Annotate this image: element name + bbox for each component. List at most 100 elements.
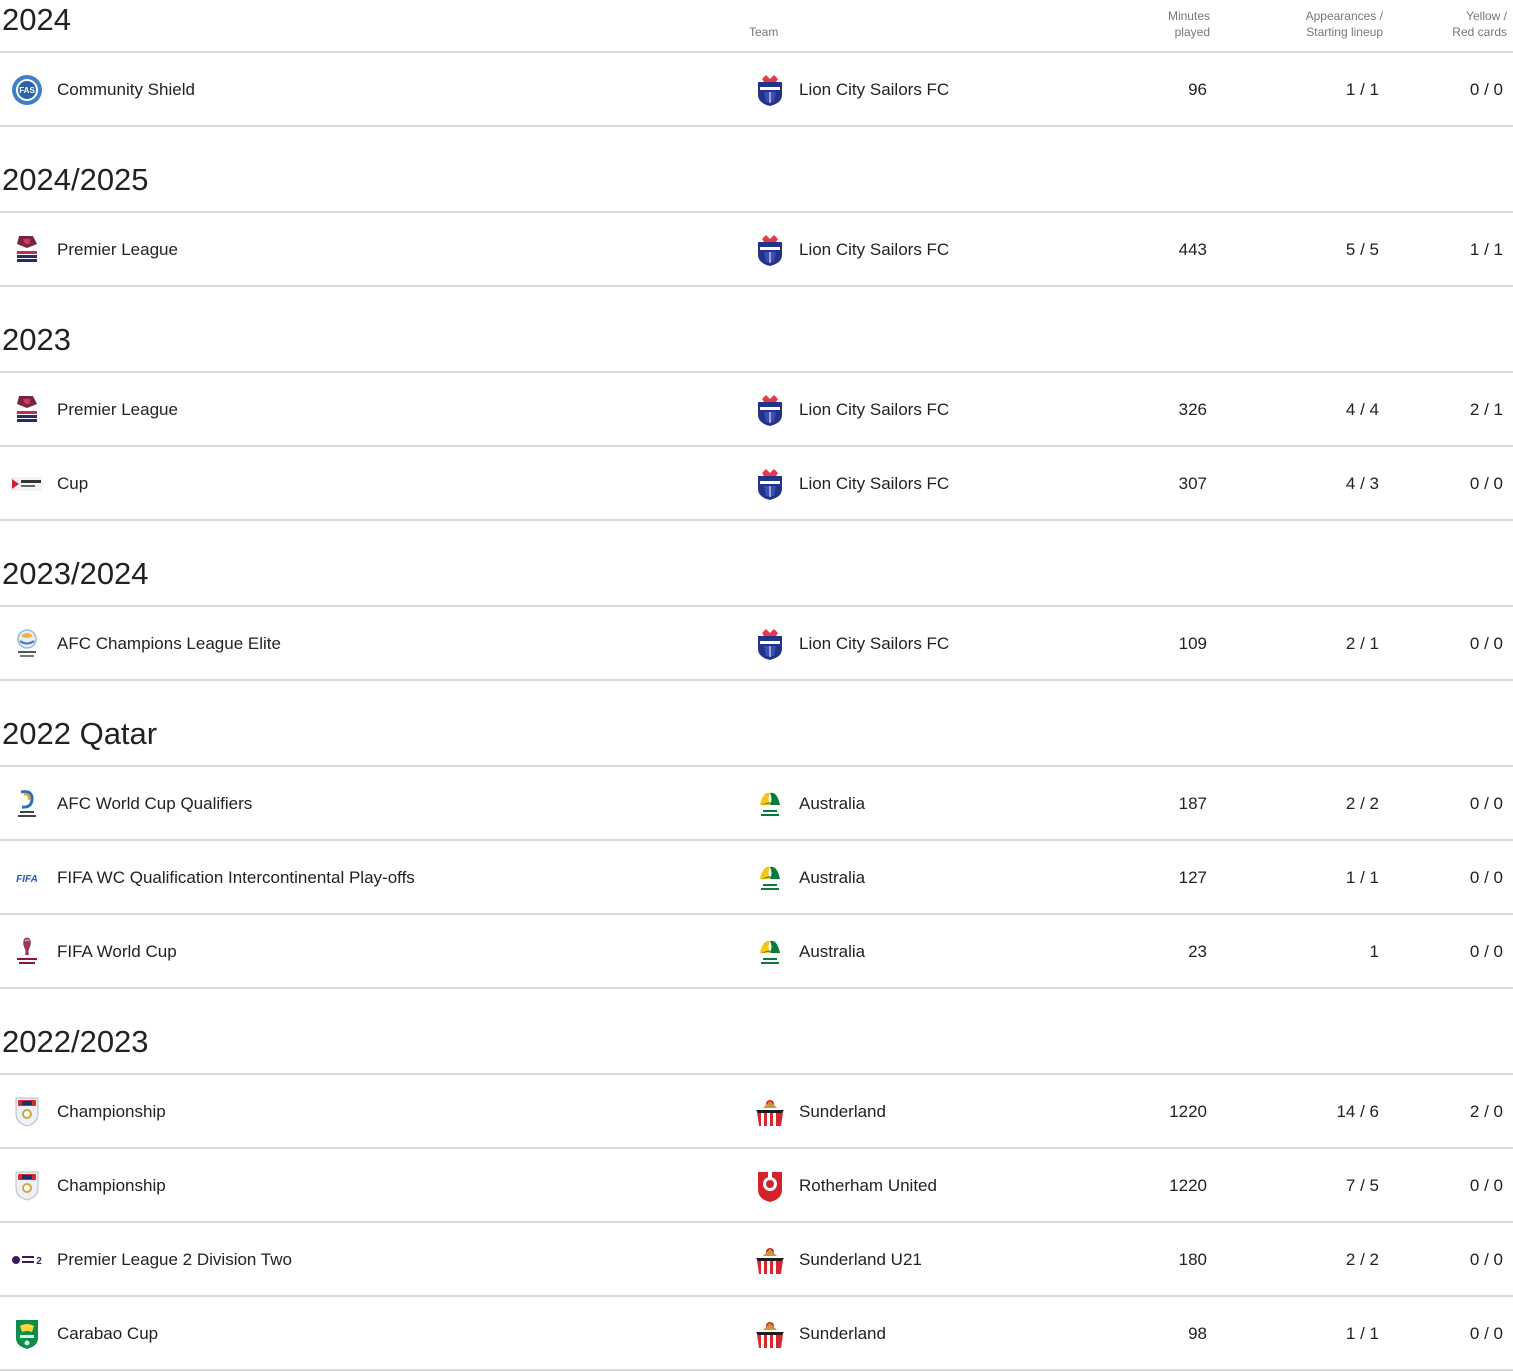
competition-name[interactable]: AFC Champions League Elite <box>57 634 281 654</box>
competition-row[interactable]: 2 Premier League 2 Division Two Sunderland… <box>0 1223 1513 1297</box>
singapore-premier-league-icon <box>10 394 44 426</box>
minutes-played: 23 <box>1188 942 1207 961</box>
fifa-world-cup-qatar-icon <box>10 936 44 968</box>
appearances-header-line: Starting lineup <box>1306 25 1383 39</box>
team-name[interactable]: Rotherham United <box>799 1176 937 1196</box>
minutes-played: 187 <box>1178 794 1207 813</box>
season-title: 2023 <box>2 322 71 357</box>
minutes-played: 96 <box>1188 80 1207 99</box>
season-title: 2022 Qatar <box>2 716 158 751</box>
competition-name[interactable]: Premier League <box>57 240 178 260</box>
competition-row[interactable]: Premier League Lion City Sailors FC 326 4 /… <box>0 373 1513 447</box>
appearances-header-line: Appearances / <box>1305 9 1383 23</box>
asian-qualifiers-icon <box>10 788 44 820</box>
carabao-cup-icon <box>10 1318 44 1350</box>
cards-header-line: Yellow / <box>1466 9 1507 23</box>
appearances-starts: 14 / 6 <box>1336 1102 1379 1121</box>
yellow-red-cards: 0 / 0 <box>1469 474 1503 493</box>
sunderland-crest-icon <box>753 1317 787 1351</box>
minutes-played: 1220 <box>1169 1176 1207 1195</box>
season-section: 2024/2025 Premier League Lion City Sailors… <box>0 160 1513 287</box>
competition-row[interactable]: AFC World Cup Qualifiers Australia 187 2 / … <box>0 767 1513 841</box>
team-name[interactable]: Lion City Sailors FC <box>799 474 949 494</box>
sunderland-crest-icon <box>753 1095 787 1129</box>
season-header: 2022 Qatar <box>0 714 1513 767</box>
competition-name[interactable]: Premier League <box>57 400 178 420</box>
fifa-icon: FIFA <box>10 862 44 894</box>
team-name[interactable]: Australia <box>799 942 865 962</box>
yellow-red-cards: 0 / 0 <box>1469 1250 1503 1269</box>
team-name[interactable]: Sunderland <box>799 1102 886 1122</box>
competition-row[interactable]: Carabao Cup Sunderland 98 1 / 1 0 / 0 <box>0 1297 1513 1371</box>
yellow-red-cards: 1 / 1 <box>1469 240 1503 259</box>
season-title: 2024/2025 <box>2 162 149 197</box>
competition-name[interactable]: FIFA World Cup <box>57 942 177 962</box>
rotherham-crest-icon <box>753 1169 787 1203</box>
team-name[interactable]: Lion City Sailors FC <box>799 634 949 654</box>
minutes-header-line: Minutes <box>1167 9 1210 23</box>
season-section: 2023/2024 AFC Champions League Elite Lion … <box>0 554 1513 681</box>
svg-text:2: 2 <box>36 1256 42 1267</box>
competition-name[interactable]: Cup <box>57 474 88 494</box>
competition-row[interactable]: FAS Community Shield Lion City Sailors FC 9… <box>0 53 1513 127</box>
team-name[interactable]: Australia <box>799 794 865 814</box>
football-australia-crest-icon <box>753 935 787 969</box>
team-name[interactable]: Lion City Sailors FC <box>799 400 949 420</box>
cards-header-line: Red cards <box>1452 25 1507 39</box>
community-shield-icon: FAS <box>10 74 44 106</box>
season-header: 2023 <box>0 320 1513 373</box>
team-name[interactable]: Australia <box>799 868 865 888</box>
season-header: 2024 Team Minutes played Appearances / Starti… <box>0 0 1513 53</box>
competition-name[interactable]: Premier League 2 Division Two <box>57 1250 292 1270</box>
team-name[interactable]: Sunderland U21 <box>799 1250 922 1270</box>
season-header: 2024/2025 <box>0 160 1513 213</box>
competition-name[interactable]: Championship <box>57 1176 166 1196</box>
sunderland-crest-icon <box>753 1243 787 1277</box>
minutes-column-header: Minutes played <box>1130 8 1210 40</box>
lion-city-sailors-crest-icon <box>753 467 787 501</box>
team-name[interactable]: Lion City Sailors FC <box>799 80 949 100</box>
competition-row[interactable]: FIFA FIFA WC Qualification Intercontinent… <box>0 841 1513 915</box>
appearances-starts: 5 / 5 <box>1345 240 1379 259</box>
competition-row[interactable]: Cup Lion City Sailors FC 307 4 / 3 0 / 0 <box>0 447 1513 521</box>
appearances-starts: 1 <box>1369 942 1379 961</box>
season-title: 2024 <box>2 2 71 37</box>
competition-name[interactable]: AFC World Cup Qualifiers <box>57 794 252 814</box>
season-spacer <box>0 287 1513 320</box>
yellow-red-cards: 2 / 1 <box>1469 400 1503 419</box>
appearances-starts: 1 / 1 <box>1345 80 1379 99</box>
svg-text:FAS: FAS <box>19 86 35 95</box>
competition-row[interactable]: Championship Sunderland 1220 14 / 6 2 / 0 <box>0 1075 1513 1149</box>
competition-name[interactable]: Community Shield <box>57 80 195 100</box>
team-name[interactable]: Sunderland <box>799 1324 886 1344</box>
yellow-red-cards: 0 / 0 <box>1469 1324 1503 1343</box>
singapore-cup-icon <box>10 468 44 500</box>
yellow-red-cards: 0 / 0 <box>1469 80 1503 99</box>
team-name[interactable]: Lion City Sailors FC <box>799 240 949 260</box>
season-title: 2022/2023 <box>2 1024 149 1059</box>
appearances-starts: 1 / 1 <box>1345 868 1379 887</box>
appearances-starts: 2 / 2 <box>1345 1250 1379 1269</box>
season-section: 2023 Premier League Lion City Sailors FC 32… <box>0 320 1513 521</box>
competition-name[interactable]: Carabao Cup <box>57 1324 158 1344</box>
season-section: 2022/2023 Championship Sunderland 1220 14 / … <box>0 1022 1513 1371</box>
competition-name[interactable]: FIFA WC Qualification Intercontinental P… <box>57 868 415 888</box>
afc-champions-league-icon <box>10 628 44 660</box>
competition-row[interactable]: FIFA World Cup Australia 23 1 0 / 0 <box>0 915 1513 989</box>
minutes-played: 127 <box>1178 868 1207 887</box>
svg-text:FIFA: FIFA <box>16 874 38 885</box>
competition-row[interactable]: Premier League Lion City Sailors FC 443 5 /… <box>0 213 1513 287</box>
appearances-starts: 4 / 4 <box>1345 400 1379 419</box>
competition-row[interactable]: AFC Champions League Elite Lion City Sail… <box>0 607 1513 681</box>
season-section: 2022 Qatar AFC World Cup Qualifiers Austra… <box>0 714 1513 989</box>
competition-name[interactable]: Championship <box>57 1102 166 1122</box>
lion-city-sailors-crest-icon <box>753 73 787 107</box>
lion-city-sailors-crest-icon <box>753 233 787 267</box>
appearances-starts: 2 / 1 <box>1345 634 1379 653</box>
minutes-played: 307 <box>1178 474 1207 493</box>
singapore-premier-league-icon <box>10 234 44 266</box>
season-section: 2024 Team Minutes played Appearances / Starti… <box>0 0 1513 127</box>
appearances-column-header: Appearances / Starting lineup <box>1263 8 1383 40</box>
minutes-played: 98 <box>1188 1324 1207 1343</box>
competition-row[interactable]: Championship Rotherham United 1220 7 / 5 0 /… <box>0 1149 1513 1223</box>
